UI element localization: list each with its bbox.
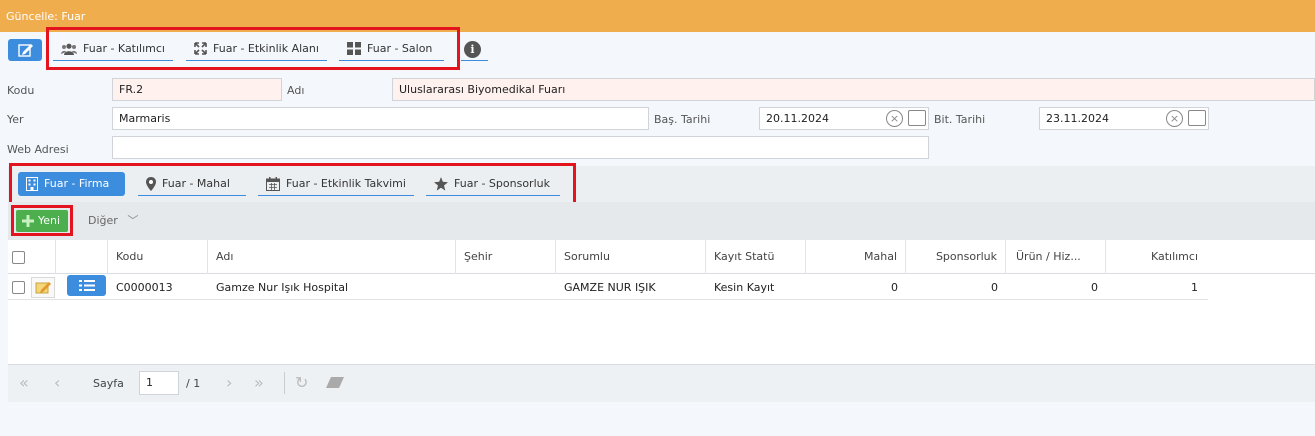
tab-fuar-etkinlik-takvimi[interactable]: Fuar - Etkinlik Takvimi bbox=[258, 172, 414, 196]
info-icon[interactable]: i bbox=[464, 41, 481, 58]
building-icon bbox=[26, 177, 38, 191]
row-edit-button[interactable] bbox=[31, 277, 55, 298]
adi-label: Adı bbox=[287, 84, 305, 97]
page-label: Sayfa bbox=[93, 377, 124, 390]
map-pin-icon bbox=[146, 176, 156, 191]
header-adi[interactable]: Adı bbox=[208, 240, 456, 274]
eraser-icon[interactable] bbox=[326, 377, 344, 391]
clear-icon[interactable]: × bbox=[886, 110, 903, 127]
plus-icon bbox=[22, 215, 34, 227]
last-page-icon[interactable]: » bbox=[254, 373, 264, 392]
pager-divider bbox=[284, 372, 285, 394]
tab-fuar-firma[interactable]: Fuar - Firma bbox=[18, 172, 125, 196]
users-icon bbox=[61, 43, 77, 55]
cell-urun-hizmet: 0 bbox=[1091, 281, 1098, 294]
new-button-label: Yeni bbox=[38, 214, 61, 227]
web-adresi-field[interactable] bbox=[112, 136, 929, 159]
cell-kodu: C0000013 bbox=[116, 281, 173, 294]
tab-fuar-salon[interactable]: Fuar - Salon bbox=[339, 37, 444, 61]
info-underline bbox=[461, 60, 488, 61]
expand-icon bbox=[194, 42, 207, 55]
tab-fuar-katilimci[interactable]: Fuar - Katılımcı bbox=[53, 37, 173, 61]
calendar-icon bbox=[266, 176, 280, 191]
edit-icon bbox=[18, 44, 33, 57]
tab-label: Fuar - Etkinlik Alanı bbox=[213, 41, 319, 55]
header-urun-hizmet[interactable]: Ürün / Hiz... bbox=[1006, 240, 1106, 274]
cell-sehir bbox=[456, 275, 556, 300]
cell-kayit-statu: Kesin Kayıt bbox=[714, 281, 775, 294]
list-icon bbox=[79, 280, 95, 291]
tab-fuar-etkinlik-alani[interactable]: Fuar - Etkinlik Alanı bbox=[186, 37, 327, 61]
header-select bbox=[8, 240, 56, 274]
calendar-icon[interactable] bbox=[1188, 110, 1206, 126]
data-grid: Kodu Adı Şehir Sorumlu Kayıt Statü Mahal… bbox=[8, 240, 1315, 364]
tab-fuar-mahal[interactable]: Fuar - Mahal bbox=[138, 172, 246, 196]
tab-label: Fuar - Mahal bbox=[162, 176, 230, 190]
header-actions bbox=[56, 240, 108, 274]
pencil-note-icon bbox=[35, 282, 51, 294]
tab-label: Fuar - Katılımcı bbox=[83, 41, 165, 55]
cell-katilimci: 1 bbox=[1191, 281, 1198, 294]
header-sehir[interactable]: Şehir bbox=[456, 240, 556, 274]
bas-tarihi-label: Baş. Tarihi bbox=[654, 113, 711, 126]
prev-page-icon[interactable]: ‹ bbox=[54, 373, 60, 392]
tab-label: Fuar - Salon bbox=[367, 41, 433, 55]
page-total: / 1 bbox=[186, 377, 201, 390]
grid-icon bbox=[347, 42, 361, 55]
row-checkbox[interactable] bbox=[12, 281, 25, 294]
header-mahal[interactable]: Mahal bbox=[806, 240, 906, 274]
bit-tarihi-field[interactable]: 23.11.2024 bbox=[1039, 107, 1209, 130]
tab-label: Fuar - Firma bbox=[44, 177, 110, 190]
yer-field[interactable]: Marmaris bbox=[112, 107, 649, 130]
header-kayit-statu[interactable]: Kayıt Statü bbox=[706, 240, 806, 274]
chevron-down-icon: ﹀ bbox=[127, 214, 139, 227]
bit-tarihi-label: Bit. Tarihi bbox=[934, 113, 986, 126]
next-page-icon[interactable]: › bbox=[226, 373, 232, 392]
header-sorumlu[interactable]: Sorumlu bbox=[556, 240, 706, 274]
kodu-field[interactable]: FR.2 bbox=[112, 78, 282, 101]
bas-tarihi-field[interactable]: 20.11.2024 bbox=[759, 107, 929, 130]
header-kodu[interactable]: Kodu bbox=[108, 240, 208, 274]
cell-adi: Gamze Nur Işık Hospital bbox=[216, 281, 349, 294]
cell-sorumlu: GAMZE NUR IŞIK bbox=[564, 281, 656, 294]
edit-button[interactable] bbox=[8, 39, 42, 61]
star-icon bbox=[434, 176, 448, 191]
refresh-icon[interactable]: ↻ bbox=[295, 373, 308, 392]
cell-mahal: 0 bbox=[891, 281, 898, 294]
web-adresi-label: Web Adresi bbox=[7, 143, 69, 156]
clear-icon[interactable]: × bbox=[1166, 110, 1183, 127]
pager bbox=[8, 364, 1315, 402]
cell-sponsorluk: 0 bbox=[991, 281, 998, 294]
header-sponsorluk[interactable]: Sponsorluk bbox=[906, 240, 1006, 274]
row-detail-button[interactable] bbox=[67, 275, 106, 296]
page-input[interactable]: 1 bbox=[139, 371, 179, 395]
kodu-label: Kodu bbox=[7, 84, 35, 97]
adi-field[interactable]: Uluslararası Biyomedikal Fuarı bbox=[392, 78, 1315, 101]
grid-toolbar bbox=[8, 202, 1315, 240]
tab-label: Fuar - Etkinlik Takvimi bbox=[286, 176, 406, 190]
more-dropdown[interactable]: Diğer ﹀ bbox=[88, 210, 138, 232]
tab-label: Fuar - Sponsorluk bbox=[454, 176, 550, 190]
yer-label: Yer bbox=[7, 113, 24, 126]
tab-fuar-sponsorluk[interactable]: Fuar - Sponsorluk bbox=[426, 172, 560, 196]
first-page-icon[interactable]: « bbox=[19, 373, 29, 392]
calendar-icon[interactable] bbox=[908, 110, 926, 126]
more-dropdown-label: Diğer bbox=[88, 214, 118, 227]
header-katilimci[interactable]: Katılımcı bbox=[1106, 240, 1206, 274]
new-button[interactable]: Yeni bbox=[16, 210, 68, 232]
select-all-checkbox[interactable] bbox=[12, 251, 25, 264]
